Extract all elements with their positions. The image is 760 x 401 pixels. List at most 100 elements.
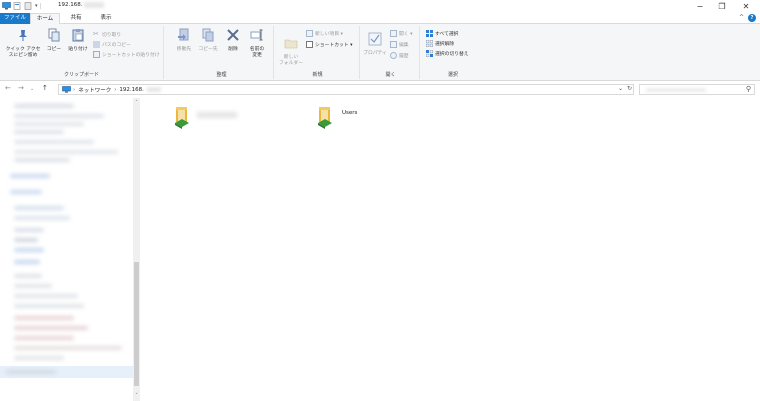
nav-tree-item-redacted[interactable] xyxy=(14,346,122,350)
nav-tree-item-redacted[interactable] xyxy=(14,206,64,210)
nav-tree-item-redacted[interactable] xyxy=(14,150,118,154)
delete-button[interactable]: 削除 xyxy=(224,28,242,53)
group-new: 新しい フォルダー 新しい項目 ▾ ショートカット ▾ 新規 xyxy=(276,26,360,79)
paste-shortcut-button[interactable]: ショートカットの貼り付け xyxy=(93,50,160,59)
nav-tree-item-redacted[interactable] xyxy=(14,260,40,264)
cut-button[interactable]: ✂ 切り取り xyxy=(93,30,121,39)
new-folder-label-line2: フォルダー xyxy=(279,61,303,66)
breadcrumb-network[interactable]: ネットワーク xyxy=(78,86,111,94)
nav-tree-item-redacted[interactable] xyxy=(14,114,104,118)
search-input[interactable]: ⚲ xyxy=(639,84,755,95)
paste-label: 貼り付け xyxy=(68,47,88,52)
window-title-redacted xyxy=(84,2,104,8)
nav-tree-item-redacted[interactable] xyxy=(14,248,44,252)
scroll-up-icon[interactable]: ˄ xyxy=(133,100,140,106)
back-arrow-icon[interactable]: ← xyxy=(5,84,11,92)
nav-tree-item-redacted[interactable] xyxy=(14,304,84,308)
open-button[interactable]: 開く ▾ xyxy=(390,29,413,38)
group-open: プロパティ 開く ▾ 編集 履歴 開く xyxy=(362,26,420,79)
tab-view[interactable]: 表示 xyxy=(92,13,120,24)
navigation-pane-scrollbar[interactable]: ˄ ˅ xyxy=(133,98,140,401)
nav-tree-item-redacted[interactable] xyxy=(14,326,88,330)
rename-button[interactable]: 名前の 変更 xyxy=(246,28,268,59)
address-history-chevron-icon[interactable]: ⌄ xyxy=(618,85,623,92)
nav-tree-item-redacted[interactable] xyxy=(14,122,84,126)
collapse-ribbon-chevron-icon[interactable]: ^ xyxy=(739,14,744,21)
nav-tree-item-redacted[interactable] xyxy=(14,158,70,162)
open-group-label: 開く xyxy=(385,72,396,78)
paste-button[interactable]: 貼り付け xyxy=(66,28,90,53)
shared-folder-icon xyxy=(318,107,332,129)
shortcut-icon xyxy=(306,41,313,48)
nav-tree-item-redacted[interactable] xyxy=(10,174,50,178)
nav-tree-item-redacted[interactable] xyxy=(10,190,42,194)
move-to-button[interactable]: 移動先 xyxy=(173,28,195,53)
nav-tree-item-redacted[interactable] xyxy=(14,356,64,360)
nav-tree-item-redacted[interactable] xyxy=(14,316,74,320)
new-item-label: 新しい項目 ▾ xyxy=(315,32,343,37)
nav-tree-item-redacted[interactable] xyxy=(14,284,52,288)
new-group-label: 新規 xyxy=(312,72,323,78)
customize-toolbar-chevron-icon[interactable]: ▾ xyxy=(35,3,38,9)
new-item-button[interactable]: 新しい項目 ▾ xyxy=(306,29,343,38)
copy-path-icon xyxy=(93,41,100,48)
tab-file[interactable]: ファイル xyxy=(0,13,30,24)
nav-tree-item-redacted[interactable] xyxy=(14,216,70,220)
nav-tree-item-redacted[interactable] xyxy=(14,130,64,134)
nav-tree-item-redacted[interactable] xyxy=(14,238,38,242)
edit-label: 編集 xyxy=(399,43,409,48)
history-icon xyxy=(390,52,397,59)
copy-path-button[interactable]: パスのコピー xyxy=(93,40,131,49)
copy-path-label: パスのコピー xyxy=(102,43,131,48)
shared-folder-icon xyxy=(175,107,189,129)
nav-tree-item-redacted[interactable] xyxy=(14,140,94,144)
title-divider: | xyxy=(39,2,42,10)
scrollbar-thumb[interactable] xyxy=(134,262,139,386)
properties-check-icon xyxy=(368,32,382,46)
maximize-button[interactable]: ❐ xyxy=(710,0,734,12)
nav-tree-item-redacted[interactable] xyxy=(14,104,74,108)
nav-tree-item-redacted[interactable] xyxy=(6,370,56,374)
properties-icon[interactable] xyxy=(13,2,22,10)
address-bar[interactable]: › ネットワーク › 192.168. ⌄ ↻ xyxy=(58,84,634,95)
minimize-button[interactable]: − xyxy=(688,0,712,12)
select-all-button[interactable]: すべて選択 xyxy=(426,29,458,38)
new-folder-icon[interactable] xyxy=(24,2,33,10)
shared-folder-item[interactable] xyxy=(173,105,243,135)
scroll-down-icon[interactable]: ˅ xyxy=(133,393,140,399)
up-arrow-icon[interactable]: ↑ xyxy=(42,84,48,92)
nav-tree-item-redacted[interactable] xyxy=(14,336,74,340)
move-to-icon xyxy=(178,28,189,41)
nav-tree-item-redacted[interactable] xyxy=(14,294,78,298)
close-button[interactable]: ✕ xyxy=(734,0,758,12)
pin-quick-access-button[interactable]: クイック アクセ スにピン留め xyxy=(3,28,43,59)
shared-folder-item[interactable]: Users xyxy=(316,105,386,135)
help-icon[interactable]: ? xyxy=(748,14,756,22)
network-computer-icon xyxy=(62,86,71,93)
nav-tree-item-redacted[interactable] xyxy=(14,274,42,278)
folder-name-redacted xyxy=(197,112,237,118)
rename-label-line2: 変更 xyxy=(252,53,262,58)
forward-arrow-icon[interactable]: → xyxy=(18,84,24,92)
history-button[interactable]: 履歴 xyxy=(390,51,409,60)
tab-home[interactable]: ホーム xyxy=(30,13,60,24)
breadcrumb-separator: › xyxy=(73,86,76,93)
new-folder-button[interactable]: 新しい フォルダー xyxy=(278,36,304,67)
properties-label: プロパティ xyxy=(363,51,387,56)
edit-button[interactable]: 編集 xyxy=(390,40,409,49)
copy-to-button[interactable]: コピー先 xyxy=(197,28,219,53)
select-none-button[interactable]: 選択解除 xyxy=(426,39,454,48)
refresh-icon[interactable]: ↻ xyxy=(627,85,632,92)
new-folder-icon xyxy=(284,39,298,49)
quick-access-toolbar: ▾ | xyxy=(2,1,42,11)
invert-selection-button[interactable]: 選択の切り替え xyxy=(426,49,469,58)
copy-to-label: コピー先 xyxy=(198,47,218,52)
recent-locations-chevron-icon[interactable]: ⌄ xyxy=(30,86,34,92)
easy-access-shortcut-button[interactable]: ショートカット ▾ xyxy=(306,40,353,49)
nav-tree-item-redacted[interactable] xyxy=(14,228,44,232)
copy-button[interactable]: コピー xyxy=(45,28,63,53)
properties-button[interactable]: プロパティ xyxy=(362,32,388,57)
tab-share[interactable]: 共有 xyxy=(62,13,90,24)
search-placeholder-redacted xyxy=(646,88,706,92)
breadcrumb-host[interactable]: 192.168. xyxy=(119,87,144,93)
